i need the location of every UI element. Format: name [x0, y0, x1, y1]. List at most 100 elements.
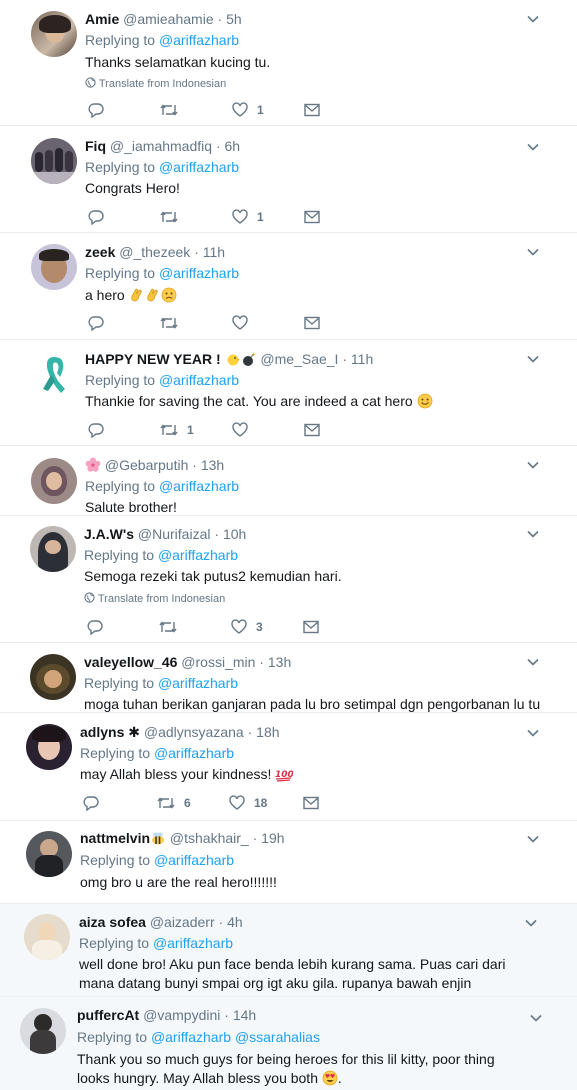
display-name[interactable]: valeyellow_46 [84, 654, 177, 670]
message-button[interactable] [304, 314, 320, 332]
tweet[interactable]: HAPPY NEW YEAR ! @me_Sae_I · 11h Replyin… [0, 340, 577, 446]
avatar[interactable] [26, 831, 72, 877]
display-name[interactable]: puffercAt [77, 1007, 139, 1023]
timestamp[interactable]: 19h [261, 830, 284, 846]
retweet-button[interactable] [160, 101, 187, 119]
avatar[interactable] [30, 526, 76, 572]
retweet-button[interactable]: 1 [160, 421, 194, 439]
chevron-down-icon[interactable] [527, 727, 539, 739]
chevron-down-icon[interactable] [527, 13, 539, 25]
reply-button[interactable] [87, 618, 112, 636]
avatar[interactable] [26, 724, 72, 770]
user-handle[interactable]: @_thezeek [119, 244, 190, 260]
avatar[interactable] [31, 11, 77, 57]
tweet[interactable]: zeek @_thezeek · 11h Replying to @ariffa… [0, 233, 577, 340]
replying-to-link[interactable]: @ariffazharb [159, 159, 239, 175]
display-name[interactable]: Amie [85, 11, 119, 27]
display-name[interactable]: aiza sofea [79, 914, 146, 930]
user-handle[interactable]: @amieahamie [123, 11, 213, 27]
chevron-down-icon[interactable] [527, 246, 539, 258]
avatar[interactable] [31, 138, 77, 184]
chevron-down-icon[interactable] [530, 1012, 542, 1024]
tweet[interactable]: aiza sofea @aizaderr · 4h Replying to @a… [0, 904, 577, 997]
avatar[interactable] [31, 458, 77, 504]
retweet-button[interactable] [159, 618, 186, 636]
reply-button[interactable] [88, 101, 113, 119]
reply-button[interactable] [88, 314, 113, 332]
replying-to-link[interactable]: @ariffazharb [159, 32, 239, 48]
user-handle[interactable]: @aizaderr [150, 914, 215, 930]
translate-link[interactable]: Translate from Indonesian [84, 592, 225, 606]
timestamp[interactable]: 11h [351, 351, 373, 367]
avatar[interactable] [24, 914, 70, 960]
tweet[interactable]: Fiq @_iamahmadfiq · 6h Replying to @arif… [0, 126, 577, 233]
like-button[interactable]: 1 [232, 208, 264, 226]
user-handle[interactable]: @adlynsyazana [144, 724, 244, 740]
timestamp[interactable]: 18h [256, 724, 279, 740]
replying-to-link[interactable]: @ariffazharb [153, 935, 233, 951]
replying-to-link[interactable]: @ariffazharb [159, 265, 239, 281]
timestamp[interactable]: 11h [203, 244, 225, 260]
display-name[interactable]: Fiq [85, 138, 106, 154]
like-button[interactable]: 18 [229, 794, 267, 812]
timestamp[interactable]: 6h [225, 138, 241, 154]
chevron-down-icon[interactable] [527, 141, 539, 153]
tweet[interactable]: valeyellow_46 @rossi_min · 13h Replying … [0, 643, 577, 713]
message-button[interactable] [304, 101, 320, 119]
replying-to-link[interactable]: @ariffazharb [151, 1029, 231, 1045]
message-button[interactable] [303, 618, 319, 636]
replying-to-link[interactable]: @ariffazharb [159, 478, 239, 494]
tweet[interactable]: puffercAt @vampydini · 14h Replying to @… [0, 997, 577, 1090]
like-button[interactable]: 1 [232, 101, 264, 119]
chevron-down-icon[interactable] [527, 656, 539, 668]
timestamp[interactable]: 13h [201, 457, 224, 473]
timestamp[interactable]: 10h [223, 526, 246, 542]
display-name[interactable]: nattmelvin [80, 830, 150, 846]
like-button[interactable]: 3 [231, 618, 263, 636]
retweet-button[interactable] [160, 208, 187, 226]
tweet[interactable]: Amie @amieahamie · 5h Replying to @ariff… [0, 0, 577, 126]
like-button[interactable] [232, 421, 257, 439]
user-handle[interactable]: @_iamahmadfiq [110, 138, 212, 154]
user-handle[interactable]: @Nurifaizal [138, 526, 211, 542]
tweet[interactable]: @Gebarputih · 13h Replying to @ariffazha… [0, 446, 577, 516]
chevron-down-icon[interactable] [527, 833, 539, 845]
user-handle[interactable]: @rossi_min [181, 654, 255, 670]
message-button[interactable] [303, 794, 319, 812]
replying-to-link[interactable]: @ariffazharb [158, 547, 238, 563]
chevron-down-icon[interactable] [527, 353, 539, 365]
user-handle[interactable]: @tshakhair_ [170, 830, 249, 846]
chevron-down-icon[interactable] [527, 528, 539, 540]
retweet-button[interactable] [160, 314, 187, 332]
reply-button[interactable] [83, 794, 108, 812]
timestamp[interactable]: 5h [226, 11, 242, 27]
avatar[interactable] [30, 654, 76, 700]
replying-to-link[interactable]: @ariffazharb [159, 372, 239, 388]
avatar[interactable] [31, 244, 77, 290]
avatar[interactable] [20, 1008, 66, 1054]
timestamp[interactable]: 4h [227, 914, 243, 930]
translate-link[interactable]: Translate from Indonesian [85, 77, 226, 91]
timestamp[interactable]: 13h [268, 654, 291, 670]
reply-button[interactable] [88, 421, 113, 439]
retweet-button[interactable]: 6 [157, 794, 191, 812]
display-name[interactable]: zeek [85, 244, 115, 260]
tweet[interactable]: J.A.W's @Nurifaizal · 10h Replying to @a… [0, 516, 577, 643]
user-handle[interactable]: @me_Sae_I [260, 351, 338, 367]
timestamp[interactable]: 14h [233, 1007, 256, 1023]
display-name[interactable]: HAPPY NEW YEAR ! [85, 351, 221, 367]
display-name[interactable]: adlyns [80, 724, 124, 740]
display-name[interactable]: J.A.W's [84, 526, 134, 542]
message-button[interactable] [304, 421, 320, 439]
user-handle[interactable]: @vampydini [143, 1007, 220, 1023]
tweet[interactable]: nattmelvin @tshakhair_ · 19h Replying to… [0, 821, 577, 904]
replying-to-link[interactable]: @ariffazharb [158, 675, 238, 691]
message-button[interactable] [304, 208, 320, 226]
chevron-down-icon[interactable] [525, 917, 537, 929]
tweet[interactable]: adlyns ✱ @adlynsyazana · 18h Replying to… [0, 713, 577, 821]
user-handle[interactable]: @Gebarputih [105, 457, 188, 473]
avatar[interactable] [31, 351, 77, 397]
replying-to-link[interactable]: @ariffazharb [154, 852, 234, 868]
replying-to-link[interactable]: @ariffazharb [154, 745, 234, 761]
replying-to-link[interactable]: @ssarahalias [235, 1029, 320, 1045]
